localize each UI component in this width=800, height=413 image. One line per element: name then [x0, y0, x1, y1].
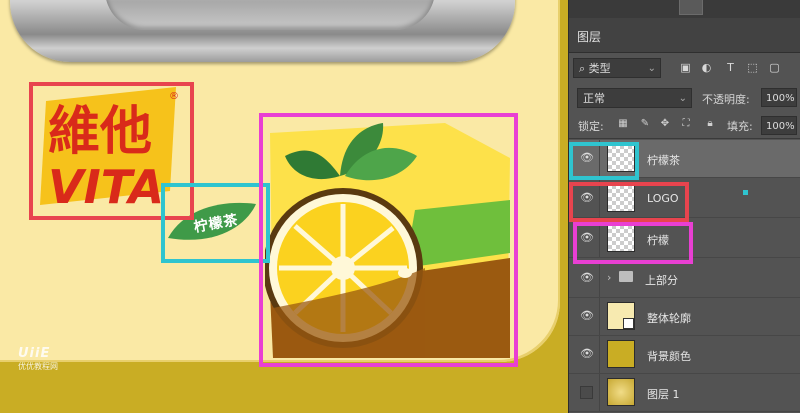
- smart-object-badge-icon: [623, 318, 634, 329]
- filter-kind-select[interactable]: ⌕ 类型 ⌄: [573, 58, 661, 78]
- watermark-logo: UiiE: [18, 346, 51, 361]
- cursor-marker: [743, 190, 748, 195]
- layers-panel: 图层 ⌕ 类型 ⌄ ▣ ◐ T ⬚ ▢ 正常 ⌄ 不透明度: 100% 锁定: …: [568, 0, 800, 413]
- image-icon[interactable]: ▣: [679, 61, 692, 74]
- folder-icon: [619, 271, 633, 282]
- layer-name[interactable]: 柠檬茶: [647, 152, 680, 168]
- panel-top-strip: [569, 0, 800, 18]
- layer-row-upper-group[interactable]: 👁︎ › 上部分: [569, 260, 800, 298]
- lemon-tea-highlight-box: [161, 183, 270, 263]
- eraser-tool-icon[interactable]: [679, 0, 703, 15]
- lock-row: 锁定: ▦ ✎ ✥ ⛶ 🔒︎ 填充: 100%: [569, 114, 800, 138]
- divider: [599, 374, 600, 411]
- blend-mode-value: 正常: [583, 92, 605, 105]
- lemon-highlight-box: [259, 113, 518, 367]
- expand-chevron-icon[interactable]: ›: [607, 271, 611, 284]
- layer-highlight-magenta: [573, 222, 693, 264]
- layer-filter-row: ⌕ 类型 ⌄ ▣ ◐ T ⬚ ▢: [569, 58, 800, 82]
- tin-lid: [10, 0, 515, 62]
- layer-thumbnail: [607, 302, 635, 330]
- layer-highlight-red: [569, 182, 689, 222]
- divider: [569, 138, 800, 139]
- layer-name[interactable]: 上部分: [645, 272, 678, 288]
- layer-thumbnail: [607, 340, 635, 368]
- eye-icon[interactable]: 👁︎: [579, 310, 595, 322]
- chevron-down-icon: ⌄: [647, 63, 656, 74]
- watermark: UiiE 优优教程网: [18, 346, 58, 372]
- eye-icon[interactable]: 👁︎: [579, 348, 595, 360]
- document-canvas[interactable]: 維他 VITA ® 柠檬茶 UiiE 优优教程网: [0, 0, 568, 413]
- lock-artboard-icon[interactable]: ⛶: [680, 118, 692, 130]
- layer-thumbnail: [607, 378, 635, 406]
- layer-name[interactable]: 整体轮廓: [647, 310, 691, 326]
- filter-kind-label: 类型: [588, 62, 611, 75]
- smart-object-icon[interactable]: ▢: [768, 61, 781, 74]
- visibility-toggle-empty[interactable]: [580, 386, 593, 399]
- opacity-input[interactable]: 100%: [761, 88, 797, 107]
- opacity-label: 不透明度:: [702, 93, 750, 106]
- layer-row-bg-color[interactable]: 👁︎ 背景颜色: [569, 336, 800, 374]
- lock-all-icon[interactable]: 🔒︎: [704, 118, 716, 130]
- lock-label: 锁定:: [578, 120, 604, 133]
- blend-row: 正常 ⌄ 不透明度: 100%: [569, 86, 800, 110]
- lock-transparent-icon[interactable]: ▦: [617, 118, 629, 130]
- adjustment-icon[interactable]: ◐: [700, 61, 713, 74]
- layer-highlight-cyan: [569, 142, 639, 180]
- tab-layers[interactable]: 图层: [577, 28, 601, 45]
- layer-name[interactable]: 背景颜色: [647, 348, 691, 364]
- layer-row-outline[interactable]: 👁︎ 整体轮廓: [569, 298, 800, 336]
- fill-label: 填充:: [727, 120, 753, 133]
- fill-input[interactable]: 100%: [761, 116, 797, 135]
- divider: [599, 298, 600, 335]
- search-icon: ⌕: [579, 62, 589, 75]
- watermark-text: 优优教程网: [18, 362, 58, 371]
- lock-pixels-icon[interactable]: ✎: [639, 118, 651, 130]
- type-icon[interactable]: T: [724, 61, 737, 74]
- layer-row-layer1[interactable]: 图层 1: [569, 374, 800, 412]
- tin-lid-recess: [105, 0, 435, 30]
- divider: [599, 336, 600, 373]
- layer-name[interactable]: 图层 1: [647, 386, 680, 402]
- chevron-down-icon: ⌄: [678, 93, 687, 104]
- shape-icon[interactable]: ⬚: [746, 61, 759, 74]
- lock-position-icon[interactable]: ✥: [659, 118, 671, 130]
- divider: [599, 260, 600, 297]
- blend-mode-select[interactable]: 正常 ⌄: [577, 88, 692, 108]
- eye-icon[interactable]: 👁︎: [579, 272, 595, 284]
- panel-tab-bar: 图层: [569, 18, 800, 53]
